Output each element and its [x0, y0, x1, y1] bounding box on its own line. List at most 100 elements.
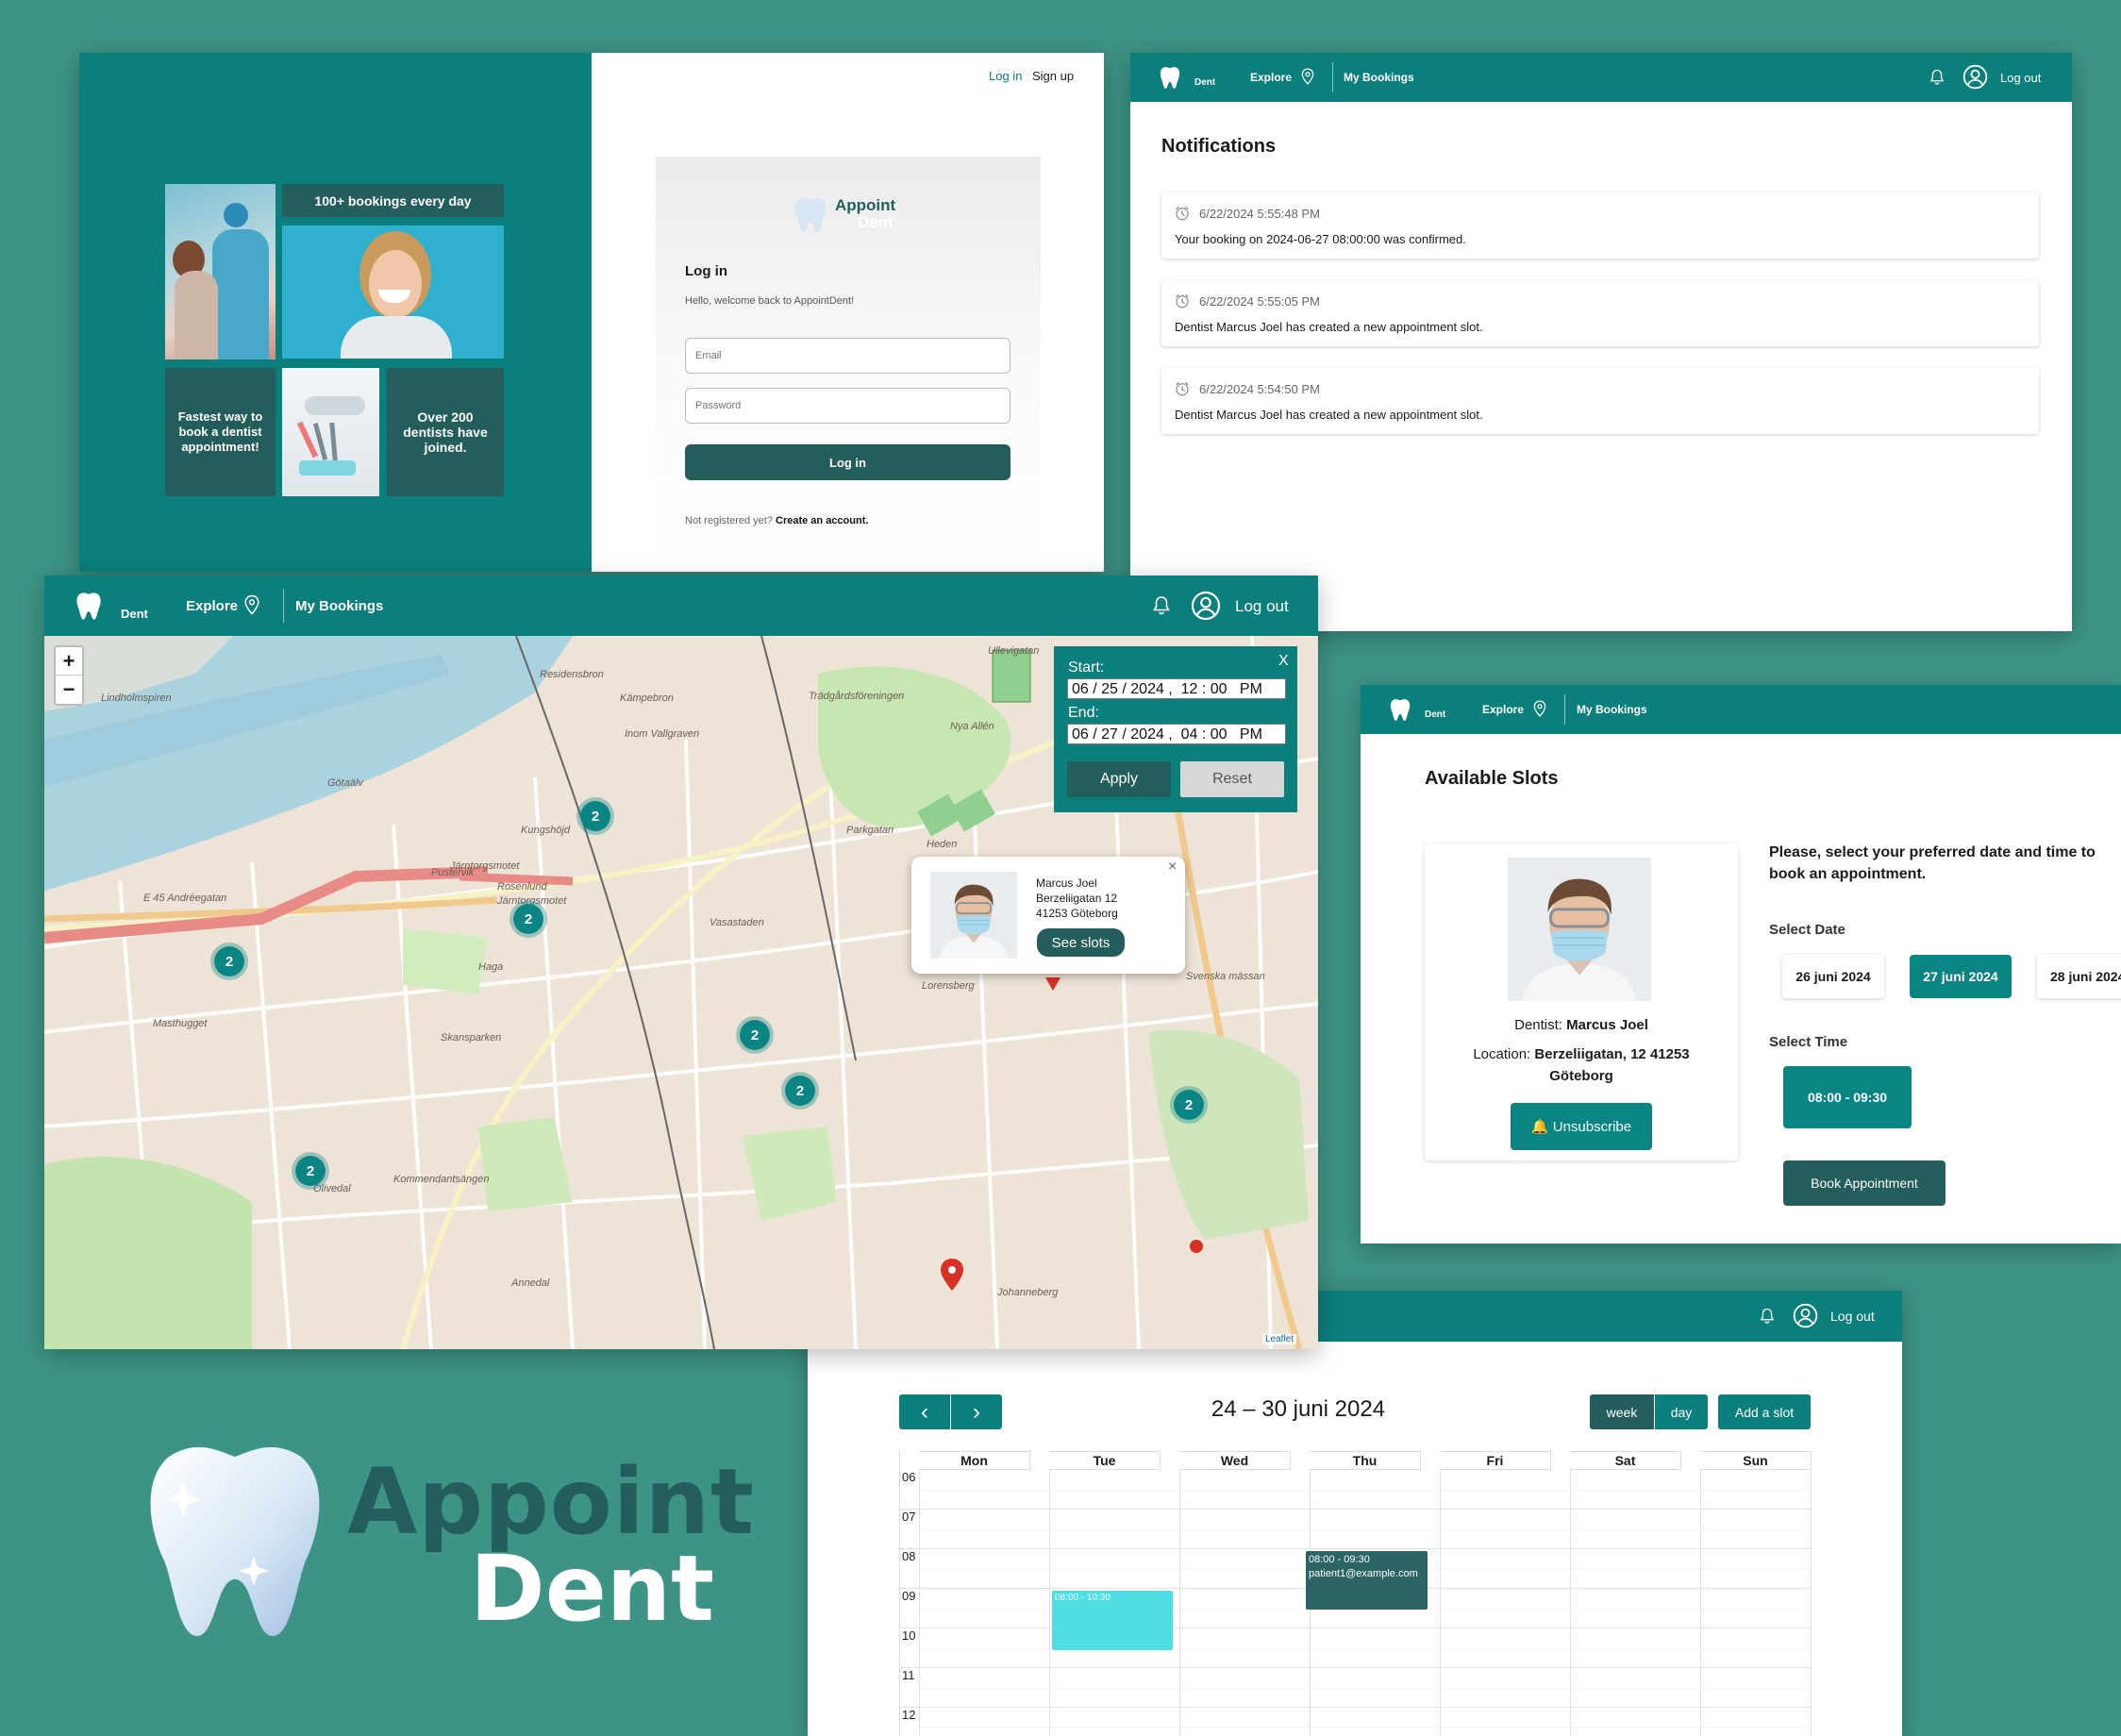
unsubscribe-button[interactable]: 🔔 Unsubscribe	[1511, 1103, 1652, 1150]
zoom-in-button[interactable]: +	[56, 647, 82, 676]
tooth-logo-icon[interactable]	[75, 592, 103, 621]
marker-cluster[interactable]: 2	[292, 1152, 329, 1190]
bell-icon[interactable]	[1928, 67, 1946, 88]
map-place-label: Kämpebron	[620, 693, 674, 704]
dentist-card: Dentist: Marcus Joel Location: Berzeliig…	[1425, 843, 1738, 1160]
tile-dentists: Over 200 dentists have joined.	[387, 368, 504, 496]
popup-close-button[interactable]: ×	[1168, 859, 1177, 876]
apply-button[interactable]: Apply	[1067, 761, 1171, 797]
map-marker-pin	[1045, 977, 1060, 991]
start-datetime-input[interactable]: 06 / 25 / 2024 , 12 : 00 PM	[1067, 678, 1286, 699]
marker-cluster[interactable]: 2	[509, 900, 547, 938]
hour-row[interactable]: 06	[900, 1470, 1812, 1510]
day-column-line	[1440, 1668, 1441, 1708]
marker-cluster[interactable]: 2	[576, 797, 614, 835]
top-login-link[interactable]: Log in	[989, 69, 1022, 83]
email-field[interactable]	[685, 338, 1010, 374]
tooth-logo-icon[interactable]	[1159, 66, 1181, 90]
nav-logout[interactable]: Log out	[1830, 1309, 1875, 1324]
map-place-label: Ullevigatan	[988, 645, 1040, 657]
marker-cluster[interactable]: 2	[781, 1072, 819, 1110]
nav-explore[interactable]: Explore	[1250, 71, 1292, 84]
notification-text: Your booking on 2024-06-27 08:00:00 was …	[1175, 232, 1466, 246]
day-column-line	[1049, 1510, 1050, 1549]
user-avatar-icon[interactable]	[1962, 64, 1988, 90]
create-account-link[interactable]: Create an account.	[776, 515, 868, 526]
calendar-prev-button[interactable]: ‹	[899, 1394, 950, 1429]
marker-cluster[interactable]: 2	[736, 1016, 774, 1054]
login-heading: Log in	[685, 263, 727, 279]
map-canvas[interactable]: Residensbron Kämpebron Inom Vallgraven Träd…	[44, 636, 1318, 1349]
end-label: End:	[1068, 705, 1099, 721]
end-datetime-input[interactable]: 06 / 27 / 2024 , 04 : 00 PM	[1067, 724, 1286, 744]
filter-close-button[interactable]: X	[1278, 653, 1289, 670]
hour-label: 06	[902, 1470, 916, 1484]
login-submit-button[interactable]: Log in	[685, 444, 1010, 480]
reset-button[interactable]: Reset	[1180, 761, 1284, 797]
day-column-line	[919, 1549, 920, 1589]
time-slot-option[interactable]: 08:00 - 09:30	[1783, 1066, 1912, 1128]
date-option-selected[interactable]: 27 juni 2024	[1910, 955, 2012, 998]
date-filter-panel: X Start: 06 / 25 / 2024 , 12 : 00 PM End…	[1054, 646, 1297, 812]
user-avatar-icon[interactable]	[1191, 591, 1221, 621]
hour-row[interactable]: 07	[900, 1510, 1812, 1549]
day-column-line	[1570, 1549, 1571, 1589]
nav-explore[interactable]: Explore	[1482, 703, 1524, 716]
calendar-next-button[interactable]: ›	[951, 1394, 1002, 1429]
day-column-line	[1049, 1668, 1050, 1708]
bell-icon[interactable]	[1150, 593, 1173, 618]
marker-cluster[interactable]: 2	[210, 943, 248, 980]
notification-item[interactable]: 6/22/2024 5:55:48 PM Your booking on 202…	[1161, 192, 2039, 259]
date-option[interactable]: 28 juni 2024	[2037, 955, 2121, 998]
location-pin-icon[interactable]	[1298, 66, 1317, 87]
map-place-label: Inom Vallgraven	[625, 728, 700, 740]
zoom-out-button[interactable]: −	[56, 676, 82, 704]
hour-row[interactable]: 12	[900, 1708, 1812, 1736]
password-field[interactable]	[685, 388, 1010, 424]
nav-my-bookings[interactable]: My Bookings	[295, 598, 383, 614]
notification-item[interactable]: 6/22/2024 5:54:50 PM Dentist Marcus Joel…	[1161, 368, 2039, 434]
day-view-button[interactable]: day	[1655, 1394, 1708, 1429]
map-attribution[interactable]: Leaflet	[1262, 1334, 1297, 1344]
notification-time: 6/22/2024 5:55:48 PM	[1199, 207, 1320, 221]
hour-label: 07	[902, 1510, 916, 1524]
user-avatar-icon[interactable]	[1793, 1303, 1818, 1328]
nav-logout[interactable]: Log out	[1235, 597, 1289, 616]
dentist-line: Dentist: Marcus Joel	[1425, 1017, 1738, 1033]
nav-my-bookings[interactable]: My Bookings	[1577, 703, 1647, 716]
hour-label: 08	[902, 1549, 916, 1563]
hour-row[interactable]: 11	[900, 1668, 1812, 1708]
navbar: Dent Explore My Bookings Log out	[44, 576, 1318, 636]
notification-time: 6/22/2024 5:54:50 PM	[1199, 382, 1320, 396]
day-column-line	[1179, 1628, 1180, 1668]
marker-cluster[interactable]: 2	[1170, 1086, 1208, 1124]
day-column-line	[1440, 1708, 1441, 1736]
nav-my-bookings[interactable]: My Bookings	[1344, 71, 1414, 84]
tooth-logo-icon[interactable]	[1389, 698, 1411, 722]
book-appointment-button[interactable]: Book Appointment	[1783, 1160, 1946, 1206]
location-pin-icon[interactable]	[1530, 698, 1549, 719]
nav-explore[interactable]: Explore	[186, 598, 238, 614]
day-column-line	[1310, 1510, 1311, 1549]
start-label: Start:	[1068, 659, 1105, 676]
date-option[interactable]: 26 juni 2024	[1782, 955, 1884, 998]
day-column-line	[1049, 1549, 1050, 1589]
day-column-line	[1179, 1589, 1180, 1628]
calendar-event[interactable]: 08:00 - 10:30	[1052, 1591, 1173, 1650]
calendar-event[interactable]: 08:00 - 09:30 patient1@example.com	[1306, 1551, 1428, 1610]
notification-item[interactable]: 6/22/2024 5:55:05 PM Dentist Marcus Joel…	[1161, 280, 2039, 346]
add-slot-button[interactable]: Add a slot	[1718, 1394, 1811, 1429]
top-signup-link[interactable]: Sign up	[1032, 69, 1074, 83]
day-column-line	[1700, 1470, 1701, 1510]
hour-row[interactable]: 10	[900, 1628, 1812, 1668]
day-column-line	[1179, 1470, 1180, 1510]
see-slots-button[interactable]: See slots	[1037, 928, 1125, 957]
week-view-button[interactable]: week	[1590, 1394, 1654, 1429]
nav-logout[interactable]: Log out	[2000, 71, 2041, 85]
dentist-label: Dentist:	[1514, 1017, 1562, 1033]
slots-title: Available Slots	[1425, 768, 1559, 789]
nav-logo-dent: Dent	[121, 607, 148, 621]
bell-icon[interactable]	[1758, 1306, 1777, 1327]
location-pin-icon[interactable]	[241, 593, 263, 617]
notification-time: 6/22/2024 5:55:05 PM	[1199, 294, 1320, 309]
